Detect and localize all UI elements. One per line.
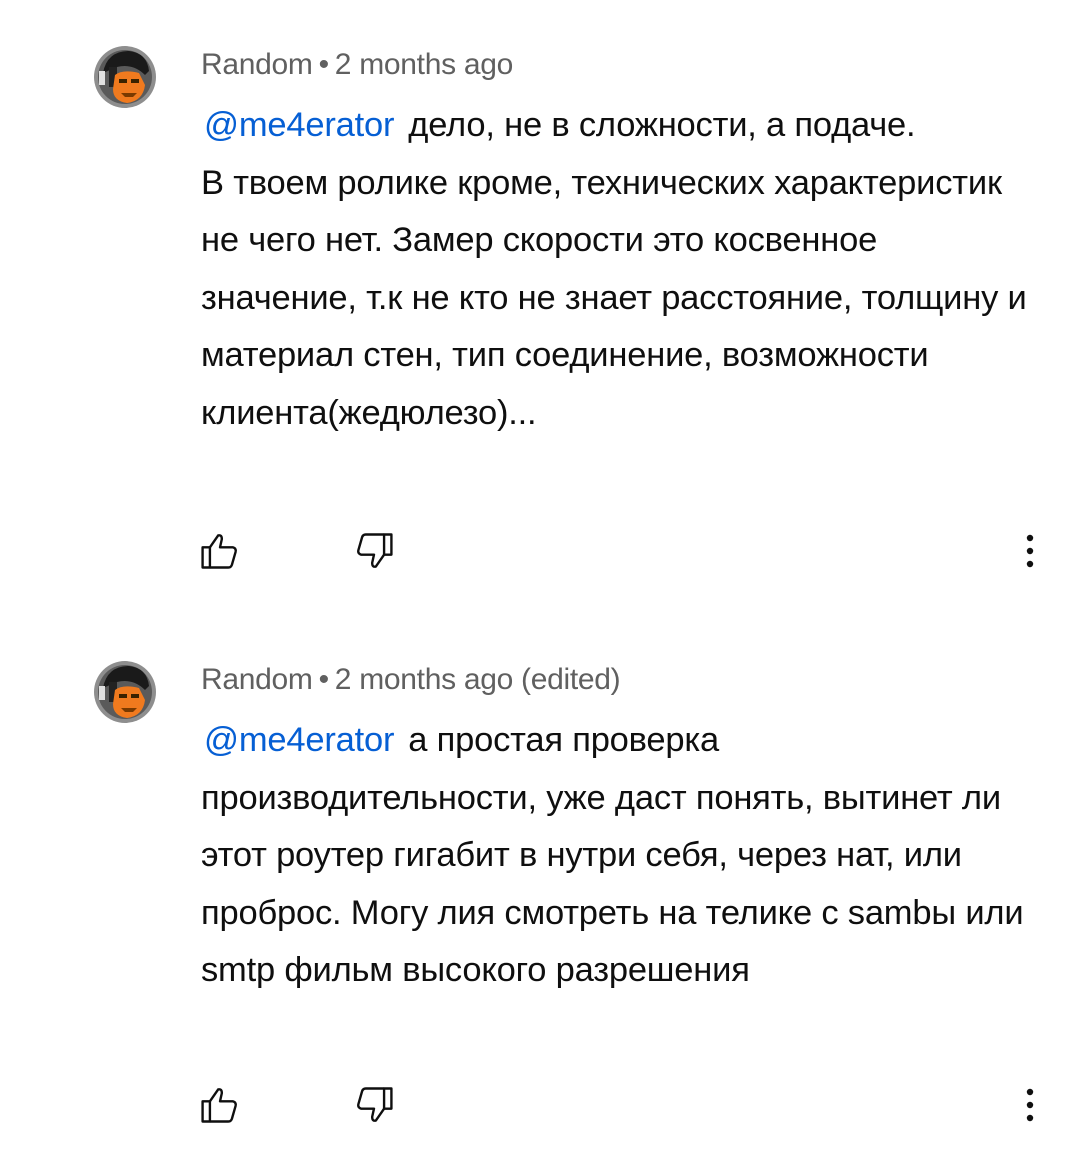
comment-text: дело, не в сложности, а подаче. В твоем … (201, 106, 1027, 432)
like-button[interactable] (195, 1080, 245, 1130)
like-button[interactable] (195, 526, 245, 576)
comment-time: 2 months ago (334, 663, 513, 696)
comment-time: 2 months ago (334, 48, 513, 81)
more-options-button[interactable] (1010, 526, 1050, 576)
meta-separator: • (318, 663, 330, 696)
comment-actions (0, 1080, 1080, 1130)
more-options-button[interactable] (1010, 1080, 1050, 1130)
edited-label: (edited) (521, 663, 621, 696)
more-vert-icon (1026, 1088, 1034, 1122)
avatar[interactable] (93, 45, 157, 109)
dislike-button[interactable] (349, 1080, 399, 1130)
more-vert-icon (1026, 534, 1034, 568)
comment-text: а простая проверка производительности, у… (201, 721, 1024, 989)
author-name[interactable]: Random (201, 663, 313, 696)
author-name[interactable]: Random (201, 48, 313, 81)
thumb-down-icon (357, 533, 393, 568)
comment-body: @me4erator дело, не в сложности, а подаче… (201, 97, 1041, 442)
comment-meta: Random • 2 months ago (edited) (201, 663, 621, 697)
mention-link[interactable]: @me4erator (201, 106, 408, 144)
avatar[interactable] (93, 660, 157, 724)
comment-meta: Random • 2 months ago (201, 48, 513, 82)
comment-body: @me4erator а простая проверка производите… (201, 712, 1041, 1000)
mention-link[interactable]: @me4erator (201, 721, 408, 759)
comment-actions (0, 526, 1080, 576)
thumb-up-icon (201, 534, 237, 569)
thumb-up-icon (201, 1088, 237, 1123)
dislike-button[interactable] (349, 526, 399, 576)
thumb-down-icon (357, 1087, 393, 1122)
avatar-icon (94, 661, 156, 723)
avatar-icon (94, 46, 156, 108)
meta-separator: • (318, 48, 330, 81)
